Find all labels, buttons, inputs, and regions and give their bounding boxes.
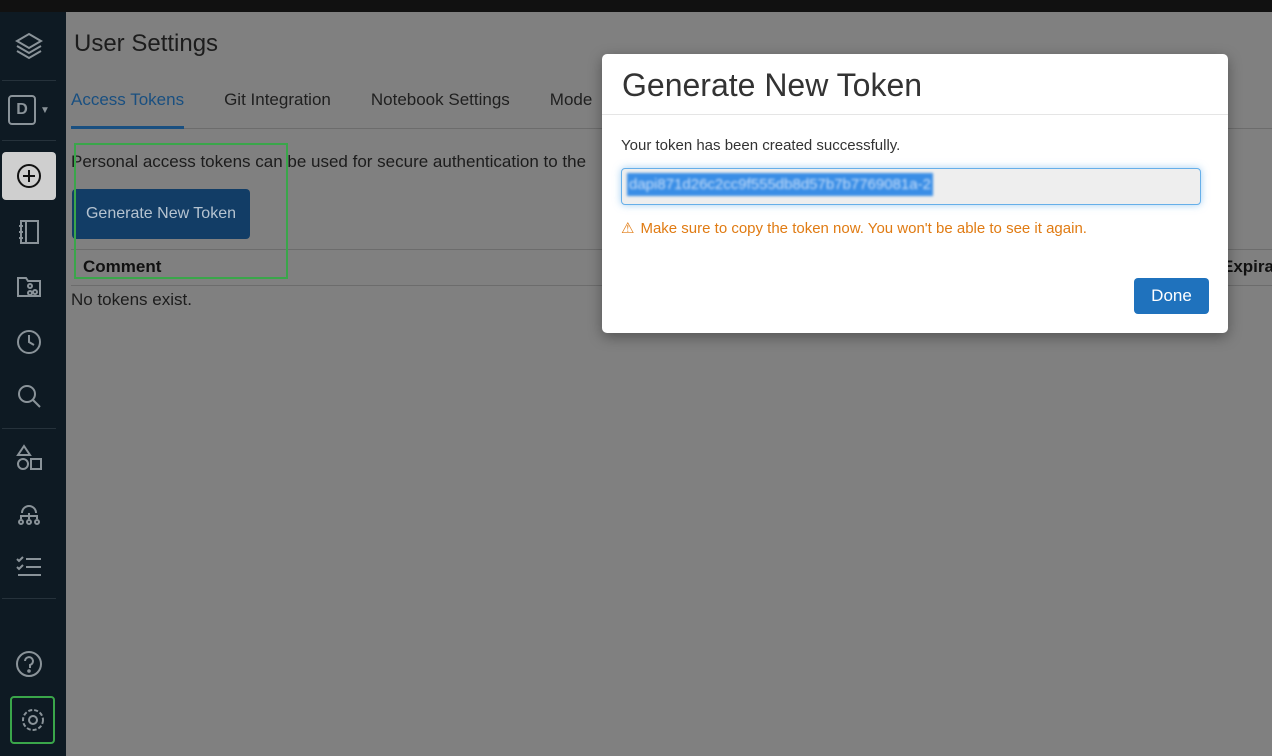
caret-down-icon: ▼ (40, 104, 50, 116)
notebook-icon[interactable] (2, 208, 56, 256)
modal-body: Your token has been created successfully… (602, 115, 1228, 259)
highlight-box (74, 143, 288, 279)
page-title: User Settings (74, 30, 219, 57)
workspace-switcher[interactable]: D ▼ (2, 86, 56, 134)
shapes-icon[interactable] (2, 434, 56, 482)
done-button[interactable]: Done (1134, 278, 1209, 314)
top-bar (0, 0, 1272, 12)
modal-header: Generate New Token (602, 54, 1228, 115)
jobs-checklist-icon[interactable] (2, 542, 56, 590)
repos-folder-icon[interactable] (2, 262, 56, 310)
copy-warning: ⚠ Make sure to copy the token now. You w… (621, 219, 1209, 238)
success-message: Your token has been created successfully… (621, 137, 901, 154)
help-icon[interactable] (2, 640, 56, 688)
token-input[interactable]: dapi871d26c2cc9f555db8d57b7b7769081a-2 (621, 168, 1201, 205)
workspace-initial: D (8, 95, 37, 125)
layers-icon[interactable] (2, 22, 56, 70)
tab-notebook-settings[interactable]: Notebook Settings (371, 90, 510, 129)
search-icon[interactable] (2, 372, 56, 420)
warning-text: Make sure to copy the token now. You won… (640, 219, 1087, 237)
token-value: dapi871d26c2cc9f555db8d57b7b7769081a-2 (627, 173, 933, 196)
tab-git-integration[interactable]: Git Integration (224, 90, 331, 129)
cluster-network-icon[interactable] (2, 490, 56, 538)
sidebar: D ▼ (0, 12, 66, 756)
tab-access-tokens[interactable]: Access Tokens (71, 90, 185, 129)
generate-token-modal: Generate New Token Your token has been c… (602, 54, 1228, 333)
settings-gear-icon[interactable] (10, 696, 55, 744)
tab-model[interactable]: Mode (550, 90, 593, 129)
create-plus-icon[interactable] (2, 152, 56, 200)
recent-clock-icon[interactable] (2, 318, 56, 366)
warning-icon: ⚠ (621, 220, 635, 237)
modal-title: Generate New Token (622, 67, 923, 103)
empty-tokens-message: No tokens exist. (71, 290, 192, 309)
column-expiration: Expira (1222, 257, 1272, 276)
